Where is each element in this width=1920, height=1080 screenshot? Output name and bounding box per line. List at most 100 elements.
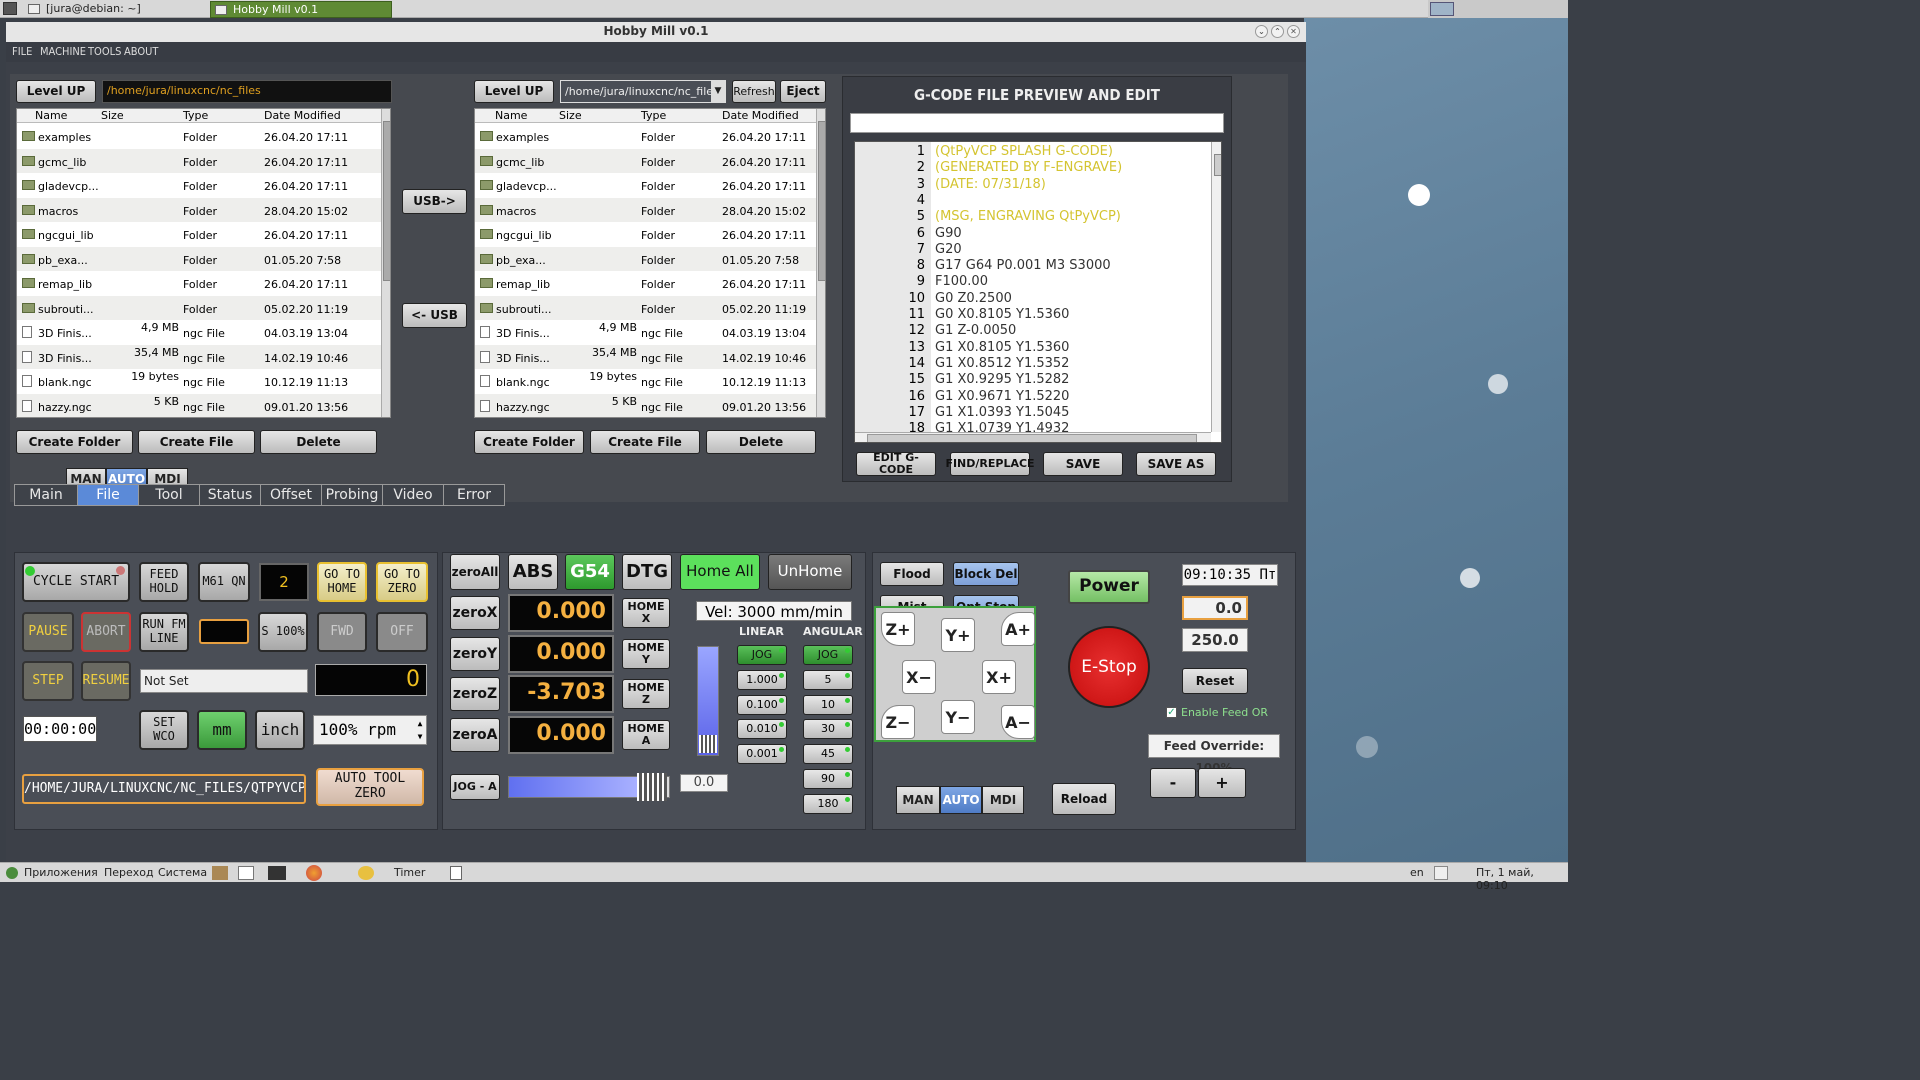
gcode-hscroll[interactable] bbox=[855, 432, 1211, 442]
file-row[interactable]: 3D Finis... 4,9 MB ngc File 04.03.19 13:04 bbox=[17, 320, 381, 345]
jog-step-button[interactable]: 1.000 bbox=[737, 669, 787, 690]
spindle-off-button[interactable]: OFF bbox=[376, 612, 428, 652]
window-titlebar[interactable]: Hobby Mill v0.1 ⌄ ⌃ ✕ bbox=[6, 22, 1306, 42]
col-date[interactable]: Date Modified bbox=[264, 109, 341, 122]
spin-arrows-icon[interactable]: ▲ ▼ bbox=[415, 717, 425, 743]
right-delete-button[interactable]: Delete bbox=[706, 430, 816, 454]
col-date[interactable]: Date Modified bbox=[722, 109, 799, 122]
file-row[interactable]: gladevcp... Folder 26.04.20 17:11 bbox=[17, 173, 381, 198]
mode-man[interactable]: MAN bbox=[896, 786, 940, 814]
maximize-button[interactable]: ⌃ bbox=[1271, 25, 1284, 38]
rpm-spinbox[interactable]: 100% rpm ▲ ▼ bbox=[313, 715, 427, 745]
file-row[interactable]: remap_lib Folder 26.04.20 17:11 bbox=[17, 271, 381, 296]
slider-handle[interactable] bbox=[699, 735, 717, 753]
show-desktop-icon[interactable] bbox=[450, 866, 462, 880]
jog-step-button[interactable]: 90 bbox=[803, 769, 853, 789]
left-delete-button[interactable]: Delete bbox=[260, 430, 377, 454]
save-as-button[interactable]: SAVE AS bbox=[1136, 452, 1216, 476]
file-row[interactable]: pb_exa... Folder 01.05.20 7:58 bbox=[17, 246, 381, 271]
home-a-button[interactable]: HOME A bbox=[622, 720, 670, 750]
file-row[interactable]: subrouti... Folder 05.02.20 11:19 bbox=[17, 295, 381, 320]
home-x-button[interactable]: HOME X bbox=[622, 598, 670, 628]
left-scrollbar[interactable] bbox=[381, 109, 390, 417]
applications-menu[interactable]: Приложения bbox=[24, 866, 98, 879]
file-row[interactable]: hazzy.ngc 5 KB ngc File 09.01.20 13:56 bbox=[475, 393, 816, 417]
go-zero-button[interactable]: GO TO ZERO bbox=[376, 562, 428, 602]
system-menu[interactable]: Система bbox=[158, 866, 207, 879]
debian-menu-icon[interactable] bbox=[6, 867, 18, 879]
jog-step-button[interactable]: 10 bbox=[803, 694, 853, 715]
col-type[interactable]: Type bbox=[183, 109, 208, 122]
col-name[interactable]: Name bbox=[495, 109, 527, 122]
jog-velocity-slider[interactable] bbox=[697, 646, 719, 756]
jog-step-button[interactable]: 45 bbox=[803, 744, 853, 765]
block-delete-button[interactable]: Block Del bbox=[953, 562, 1019, 586]
eject-button[interactable]: Eject bbox=[780, 80, 826, 103]
task-terminal[interactable]: [jura@debian: ~] bbox=[24, 1, 206, 18]
power-button[interactable]: Power bbox=[1068, 570, 1150, 604]
file-row[interactable]: macros Folder 28.04.20 15:02 bbox=[17, 197, 381, 222]
file-row[interactable]: examples Folder 26.04.20 17:11 bbox=[17, 124, 381, 149]
jog-step-button[interactable]: 30 bbox=[803, 719, 853, 740]
col-size[interactable]: Size bbox=[559, 109, 582, 122]
dtg-button[interactable]: DTG bbox=[622, 554, 672, 590]
col-size[interactable]: Size bbox=[101, 109, 124, 122]
reset-button[interactable]: Reset bbox=[1182, 668, 1248, 694]
edit-gcode-button[interactable]: EDIT G-CODE bbox=[856, 452, 936, 476]
gcode-search-input[interactable] bbox=[850, 113, 1224, 133]
file-row[interactable]: hazzy.ngc 5 KB ngc File 09.01.20 13:56 bbox=[17, 393, 381, 417]
gcode-vscroll[interactable] bbox=[1211, 142, 1221, 432]
keyboard-layout[interactable]: en bbox=[1410, 866, 1424, 879]
abs-button[interactable]: ABS bbox=[508, 554, 558, 590]
file-row[interactable]: pb_exa... Folder 01.05.20 7:58 bbox=[475, 246, 816, 271]
g54-button[interactable]: G54 bbox=[565, 554, 615, 590]
jog-y-minus-button[interactable]: Y− bbox=[941, 700, 975, 734]
jog-x-plus-button[interactable]: X+ bbox=[982, 660, 1016, 694]
refresh-button[interactable]: Refresh bbox=[732, 80, 776, 103]
menu-machine[interactable]: MACHINE bbox=[40, 45, 86, 58]
timer-applet[interactable]: Timer bbox=[394, 866, 425, 879]
auto-tool-zero-button[interactable]: AUTO TOOL ZERO bbox=[316, 768, 424, 806]
home-y-button[interactable]: HOME Y bbox=[622, 639, 670, 669]
pause-button[interactable]: PAUSE bbox=[22, 612, 74, 652]
estop-button[interactable]: E-Stop bbox=[1068, 626, 1150, 708]
jog-a-slider[interactable] bbox=[508, 773, 670, 801]
scroll-thumb[interactable] bbox=[818, 121, 825, 281]
workspace-1[interactable] bbox=[1430, 2, 1454, 16]
flood-button[interactable]: Flood bbox=[880, 562, 944, 586]
feed-minus-button[interactable]: - bbox=[1150, 768, 1196, 798]
tab-status[interactable]: Status bbox=[199, 484, 261, 506]
run-from-line-button[interactable]: RUN FM LINE bbox=[139, 612, 189, 652]
tab-tool[interactable]: Tool bbox=[138, 484, 200, 506]
save-button[interactable]: SAVE bbox=[1043, 452, 1123, 476]
left-create-file-button[interactable]: Create File bbox=[138, 430, 255, 454]
tab-main[interactable]: Main bbox=[14, 484, 78, 506]
inch-button[interactable]: inch bbox=[255, 710, 305, 750]
step-button[interactable]: STEP bbox=[22, 661, 74, 701]
mode-mdi[interactable]: MDI bbox=[982, 786, 1024, 814]
tab-probing[interactable]: Probing bbox=[321, 484, 383, 506]
gcode-editor[interactable]: 1 (QtPyVCP SPLASH G-CODE) 2 (GENERATED BY F… bbox=[854, 141, 1222, 443]
close-button[interactable]: ✕ bbox=[1287, 25, 1300, 38]
jog-a-minus-button[interactable]: A− bbox=[1001, 705, 1035, 739]
right-create-folder-button[interactable]: Create Folder bbox=[474, 430, 584, 454]
jog-a-button[interactable]: JOG - A bbox=[450, 774, 500, 800]
scroll-thumb[interactable] bbox=[1214, 154, 1221, 176]
tab-error[interactable]: Error bbox=[443, 484, 505, 506]
usb-copy-to-button[interactable]: USB-> bbox=[402, 189, 467, 214]
tab-offset[interactable]: Offset bbox=[260, 484, 322, 506]
jog-step-button[interactable]: JOG bbox=[803, 645, 853, 665]
jog-a-plus-button[interactable]: A+ bbox=[1001, 612, 1035, 646]
cycle-start-button[interactable]: CYCLE START bbox=[22, 562, 130, 602]
jog-x-minus-button[interactable]: X− bbox=[902, 660, 936, 694]
scroll-thumb[interactable] bbox=[383, 121, 390, 281]
home-z-button[interactable]: HOME Z bbox=[622, 679, 670, 709]
zero-all-button[interactable]: zeroAll bbox=[450, 554, 500, 590]
editor-launcher-icon[interactable] bbox=[238, 866, 254, 880]
zero-a-button[interactable]: zeroA bbox=[450, 718, 500, 752]
usb-copy-from-button[interactable]: <- USB bbox=[402, 303, 467, 328]
jog-z-minus-button[interactable]: Z− bbox=[881, 705, 915, 739]
jog-z-plus-button[interactable]: Z+ bbox=[881, 612, 915, 646]
file-row[interactable]: remap_lib Folder 26.04.20 17:11 bbox=[475, 271, 816, 296]
menu-file[interactable]: FILE bbox=[12, 45, 32, 58]
